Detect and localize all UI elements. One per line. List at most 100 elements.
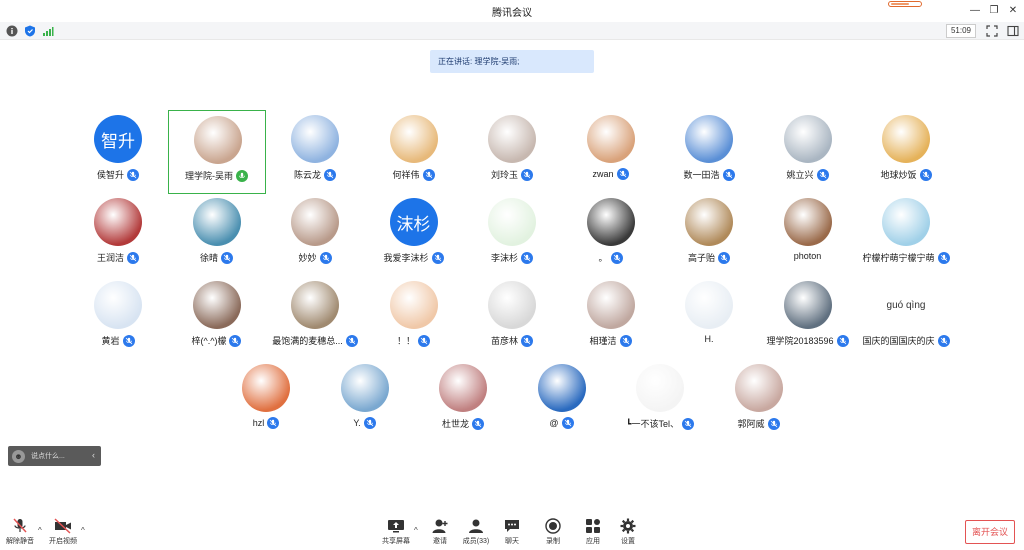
avatar <box>783 198 832 246</box>
share-screen-button[interactable]: 共享屏幕 <box>376 518 416 548</box>
participant-name: 苗彦林 <box>490 336 518 346</box>
participant-tile[interactable]: 徐晴 <box>168 196 266 276</box>
participant-name: 高子贻 <box>687 253 715 263</box>
participant-tile[interactable]: 数一田浩 <box>660 113 758 193</box>
participant-tile[interactable]: ┗一不该Tel、 <box>611 362 709 442</box>
leave-meeting-button[interactable]: 离开会议 <box>965 520 1015 544</box>
participant-name-row: 王润洁 <box>69 251 167 264</box>
participant-name: photon <box>793 251 822 261</box>
participant-tile[interactable]: 理学院20183596 <box>759 279 857 359</box>
chat-button[interactable]: 聊天 <box>492 518 532 548</box>
avatar <box>439 364 487 412</box>
muted-mic-icon <box>521 334 533 347</box>
participant-tile[interactable]: 地球炒饭 <box>857 113 955 193</box>
participant-tile[interactable]: 。 <box>562 196 660 276</box>
avatar <box>882 198 930 246</box>
emoji-icon[interactable]: ☻ <box>12 449 25 463</box>
invite-button[interactable]: 邀请 <box>420 518 460 548</box>
start-video-button[interactable]: 开启视频 <box>43 518 83 548</box>
participant-tile[interactable]: 沫杉 我爱李沫杉 <box>365 196 463 276</box>
participant-tile[interactable]: 妙妙 <box>266 196 364 276</box>
members-button[interactable]: 成员(33) <box>456 518 496 548</box>
participant-tile[interactable]: 黄岩 <box>69 279 167 359</box>
gear-icon <box>620 518 636 534</box>
avatar <box>340 364 389 412</box>
muted-mic-icon <box>718 251 730 264</box>
participant-name-row: 理学院20183596 <box>759 334 857 347</box>
muted-mic-icon <box>418 334 430 347</box>
participant-tile[interactable]: 李沫杉 <box>463 196 561 276</box>
participant-tile[interactable]: @ <box>513 362 611 442</box>
muted-mic-icon <box>324 168 336 181</box>
participant-tile[interactable]: Y. <box>316 362 414 442</box>
muted-mic-icon <box>472 417 484 430</box>
share-screen-icon <box>388 520 404 533</box>
participant-tile[interactable]: 智升 侯智升 <box>69 113 167 193</box>
participant-tile[interactable]: 陈云龙 <box>266 113 364 193</box>
muted-mic-icon <box>937 251 950 264</box>
avatar <box>389 115 438 163</box>
settings-button[interactable]: 设置 <box>608 518 648 548</box>
participant-tile[interactable]: 郭阿威 <box>710 362 808 442</box>
unmute-button[interactable]: 解除静音 <box>0 518 40 548</box>
participant-name-row: zwan <box>562 168 660 180</box>
participant-name: 地球炒饭 <box>880 170 917 180</box>
participant-name-row: 数一田浩 <box>660 168 758 181</box>
muted-mic-icon <box>722 168 735 181</box>
avatar <box>586 115 635 163</box>
participant-name: 陈云龙 <box>293 170 321 180</box>
participant-tile[interactable]: 最饱满的麦穗总... <box>266 279 364 359</box>
participants-grid: 智升 侯智升 理学院-吴雨陈云龙 何祥伟 刘玲玉 zwan 数一田浩 姚立兴 地球炒饭王润洁 徐晴… <box>0 0 1024 550</box>
participant-name-row: 徐晴 <box>168 251 266 264</box>
share-options-chevron-icon[interactable]: ^ <box>414 526 418 535</box>
participant-name-row: Y. <box>316 417 414 429</box>
participant-tile[interactable]: hzl <box>217 362 315 442</box>
participant-name: 姚立兴 <box>786 170 814 180</box>
muted-mic-icon <box>767 417 780 430</box>
participant-tile[interactable]: 王润洁 <box>69 196 167 276</box>
muted-mic-icon <box>345 334 358 347</box>
participant-name-row: 苗彦林 <box>463 334 561 347</box>
participant-tile[interactable]: 理学院-吴雨 <box>167 110 266 194</box>
participant-tile[interactable]: 何祥伟 <box>365 113 463 193</box>
avatar <box>291 115 339 163</box>
participant-name-row: ！！ <box>365 334 463 347</box>
participant-tile[interactable]: 苗彦林 <box>463 279 561 359</box>
video-off-icon <box>54 518 71 534</box>
participant-tile[interactable]: photon <box>759 196 857 276</box>
chat-placeholder: 说点什么... <box>31 453 65 460</box>
participant-name: 何祥伟 <box>392 170 420 180</box>
participant-tile[interactable]: 刘玲玉 <box>463 113 561 193</box>
audio-options-chevron-icon[interactable]: ^ <box>38 526 42 535</box>
avatar <box>685 115 733 163</box>
participant-tile[interactable]: 相瑾洁 <box>562 279 660 359</box>
apps-button[interactable]: 应用 <box>573 518 613 548</box>
meeting-window: 腾讯会议 — ❐ ✕ 51:09 正在讲话: 理学院-吴雨; 智升 侯智升 理学院-… <box>0 0 1024 550</box>
participant-name: 理学院20183596 <box>766 336 834 346</box>
participant-tile[interactable]: 杜世龙 <box>414 362 512 442</box>
participant-tile[interactable]: 姚立兴 <box>759 113 857 193</box>
participant-name-row: 我爱李沫杉 <box>365 251 463 264</box>
participant-tile[interactable]: ！！ <box>365 279 463 359</box>
participant-name: 国庆的国国庆的庆 <box>862 336 935 346</box>
collapse-chat-icon[interactable]: ‹ <box>92 450 95 460</box>
chat-input[interactable]: ☻ 说点什么... ‹ <box>8 446 101 466</box>
participant-name: hzl <box>252 418 265 428</box>
participant-tile[interactable]: 柠檬柠萌宁檬宁萌 <box>857 196 955 276</box>
avatar <box>685 281 733 329</box>
chat-icon <box>505 520 519 532</box>
record-icon <box>545 518 561 534</box>
participant-name-row: 李沫杉 <box>463 251 561 264</box>
participant-tile[interactable]: zwan <box>562 113 660 193</box>
participant-name: 我爱李沫杉 <box>383 253 429 263</box>
participant-name-row: 最饱满的麦穗总... <box>266 334 364 347</box>
participant-tile[interactable]: H. <box>660 279 758 359</box>
participant-tile[interactable]: 高子贻 <box>660 196 758 276</box>
start-video-label: 开启视频 <box>49 538 77 545</box>
participant-name-row: 高子贻 <box>660 251 758 264</box>
participant-tile[interactable]: guó qìng 国庆的国国庆的庆 <box>857 279 955 359</box>
video-options-chevron-icon[interactable]: ^ <box>81 526 85 535</box>
record-button[interactable]: 录制 <box>533 518 573 548</box>
participant-tile[interactable]: 梓(^.^)檬 <box>168 279 266 359</box>
participant-name-row: photon <box>759 251 857 261</box>
